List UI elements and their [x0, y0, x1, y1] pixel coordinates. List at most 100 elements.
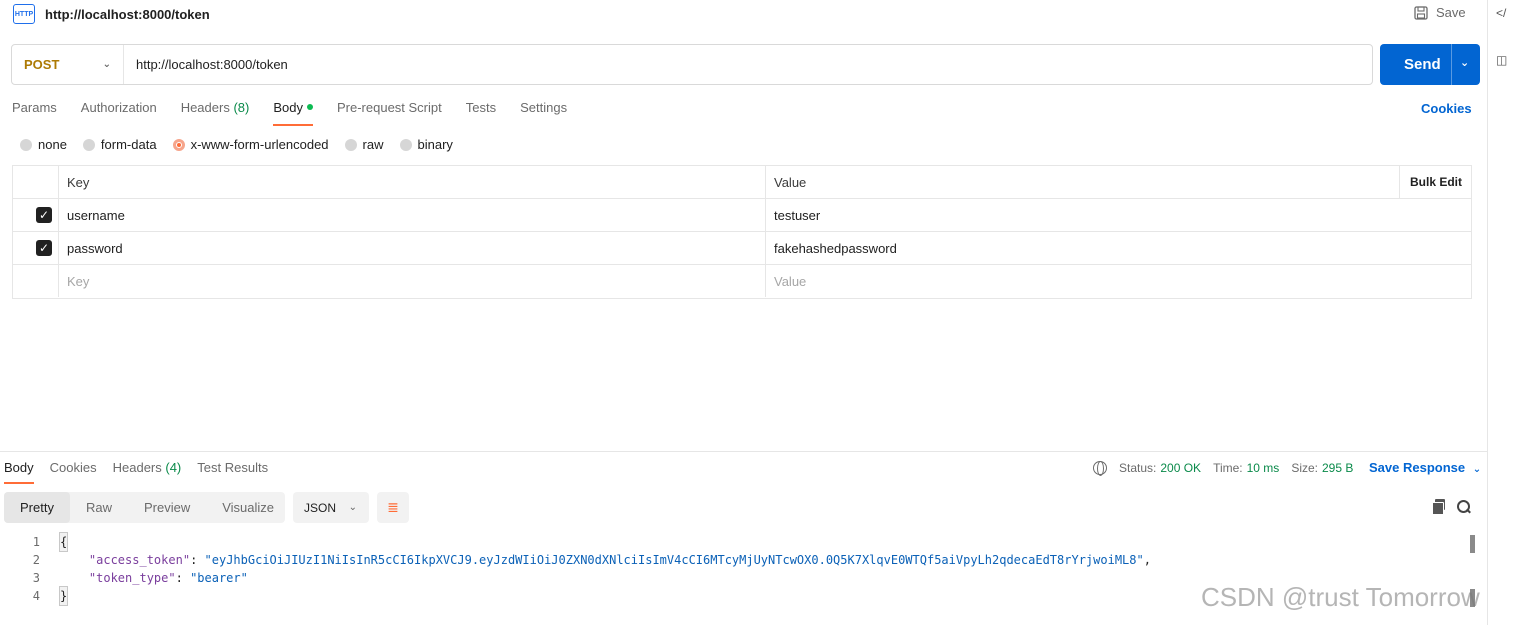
radio-label: form-data — [100, 137, 157, 152]
wrap-lines-icon[interactable]: ≣ — [377, 492, 409, 523]
key-input[interactable]: Key — [67, 274, 89, 289]
radio-urlencoded[interactable]: x-www-form-urlencoded — [172, 137, 329, 152]
right-sidebar: </ ◫ — [1487, 0, 1514, 625]
tab-pre-request-script[interactable]: Pre-request Script — [337, 100, 442, 126]
code-icon[interactable]: </ — [1496, 6, 1510, 20]
format-select[interactable]: JSON ⌄ — [293, 492, 369, 523]
key-cell[interactable]: password — [67, 241, 123, 256]
tab-label: Tests — [465, 100, 497, 115]
radio-label: binary — [417, 137, 453, 152]
radio-circle — [399, 138, 412, 151]
tab-params[interactable]: Params — [12, 100, 57, 126]
response-tabs: Body Cookies Headers (4) Test Results — [4, 460, 284, 484]
radio-circle — [344, 138, 357, 151]
size-label: Size: — [1291, 461, 1318, 475]
tab-headers[interactable]: Headers (8) — [181, 100, 250, 126]
status-label: Status: — [1119, 461, 1157, 475]
time-value[interactable]: 10 ms — [1247, 461, 1280, 475]
save-response-button[interactable]: Save Response ⌄ — [1369, 460, 1481, 475]
check-cell — [13, 265, 59, 297]
line-number: 2 — [32, 553, 40, 567]
radio-label: raw — [362, 137, 384, 152]
check-cell: ✓ — [13, 232, 59, 264]
radio-label: x-www-form-urlencoded — [190, 137, 329, 152]
bulk-edit-button[interactable]: Bulk Edit — [1399, 166, 1472, 198]
line-number: 3 — [32, 571, 40, 585]
value-column-divider — [765, 199, 766, 231]
json-key: "token_type" — [88, 571, 176, 585]
save-label: Save — [1436, 5, 1466, 20]
radio-circle — [20, 138, 32, 151]
headers-count: (8) — [233, 100, 250, 115]
search-icon[interactable] — [1457, 500, 1471, 514]
format-select-label: JSON — [304, 500, 337, 515]
scrollbar-thumb[interactable] — [1470, 535, 1475, 553]
response-tab-body[interactable]: Body — [4, 460, 34, 484]
key-cell[interactable]: username — [67, 208, 125, 223]
tab-tests[interactable]: Tests — [466, 100, 496, 126]
check-cell: ✓ — [13, 199, 59, 231]
check-column-header — [13, 166, 59, 198]
format-visualize[interactable]: Visualize — [206, 492, 290, 523]
status-value[interactable]: 200 OK — [1160, 461, 1201, 475]
globe-icon[interactable] — [1093, 461, 1107, 476]
save-icon — [1414, 5, 1428, 20]
row-checkbox[interactable]: ✓ — [36, 240, 52, 256]
chevron-down-icon[interactable]: ⌄ — [1460, 56, 1469, 69]
radio-raw[interactable]: raw — [344, 137, 384, 152]
url-input[interactable]: http://localhost:8000/token — [136, 57, 288, 72]
radio-binary[interactable]: binary — [399, 137, 453, 152]
headers-count: (4) — [165, 460, 182, 475]
tab-label: Headers — [180, 100, 230, 115]
line-number: 4 — [32, 589, 40, 603]
format-tabs: Pretty Raw Preview Visualize — [4, 492, 285, 523]
send-divider — [1451, 44, 1452, 85]
send-button[interactable]: Send ⌄ — [1380, 44, 1480, 85]
tab-authorization[interactable]: Authorization — [81, 100, 157, 126]
tab-label: Authorization — [80, 100, 157, 115]
json-key: "access_token" — [88, 553, 191, 567]
open-brace: { — [58, 532, 69, 552]
json-string: "eyJhbGciOiJIUzI1NiIsInR5cCI6IkpXVCJ9.ey… — [204, 553, 1144, 567]
request-tabs: Params Authorization Headers (8) Body Pr… — [12, 100, 591, 126]
radio-label: none — [38, 137, 67, 152]
size-value[interactable]: 295 B — [1322, 461, 1353, 475]
tab-label: Body — [273, 100, 303, 115]
response-meta: Status: 200 OK Time: 10 ms Size: 295 B — [1093, 461, 1365, 476]
format-pretty[interactable]: Pretty — [4, 492, 70, 523]
document-icon[interactable]: ◫ — [1496, 53, 1510, 67]
radio-none[interactable]: none — [20, 137, 67, 152]
request-title[interactable]: http://localhost:8000/token — [45, 7, 210, 22]
line-number: 1 — [32, 535, 40, 549]
format-preview[interactable]: Preview — [128, 492, 206, 523]
table-row: ✓ password fakehashedpassword — [13, 232, 1471, 265]
tab-body[interactable]: Body — [273, 100, 313, 126]
watermark: CSDN @trust Tomorrow — [1201, 582, 1480, 612]
response-tab-headers[interactable]: Headers (4) — [113, 460, 182, 484]
row-checkbox[interactable]: ✓ — [36, 207, 52, 223]
request-header: HTTP http://localhost:8000/token Save — [0, 0, 1487, 30]
response-tab-test-results[interactable]: Test Results — [197, 460, 268, 484]
save-button[interactable]: Save — [1414, 5, 1466, 20]
tab-label: Params — [12, 100, 57, 115]
http-icon: HTTP — [13, 4, 35, 24]
value-cell[interactable]: testuser — [774, 208, 820, 223]
save-response-label: Save Response — [1369, 460, 1466, 475]
format-raw[interactable]: Raw — [70, 492, 128, 523]
cookies-link[interactable]: Cookies — [1421, 101, 1472, 116]
value-cell[interactable]: fakehashedpassword — [774, 241, 897, 256]
code-text: "access_token": "eyJhbGciOiJIUzI1NiIsInR… — [88, 553, 1151, 567]
response-tab-cookies[interactable]: Cookies — [50, 460, 97, 484]
response-divider[interactable] — [0, 451, 1487, 452]
close-brace: } — [58, 586, 69, 606]
copy-icon[interactable] — [1432, 499, 1446, 515]
tab-settings[interactable]: Settings — [520, 100, 567, 126]
table-header-row: Key Value Bulk Edit — [13, 166, 1471, 199]
chevron-down-icon: ⌄ — [348, 502, 357, 513]
radio-form-data[interactable]: form-data — [82, 137, 157, 152]
method-label: POST — [24, 57, 60, 72]
method-select[interactable]: POST ⌄ — [12, 45, 124, 84]
value-input[interactable]: Value — [774, 274, 806, 289]
table-row-empty: Key Value — [13, 265, 1471, 298]
chevron-down-icon: ⌄ — [102, 59, 111, 70]
